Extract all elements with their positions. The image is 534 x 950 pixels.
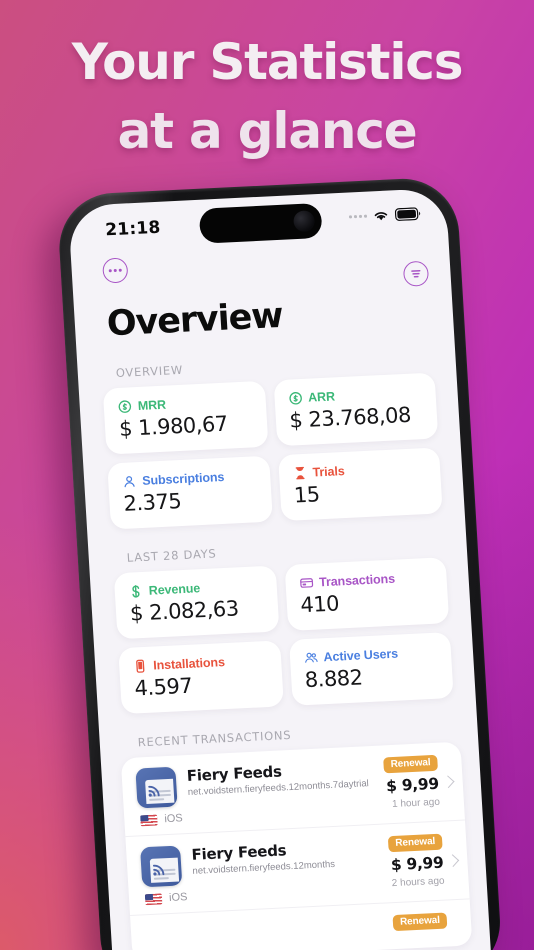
front-camera-icon: [293, 210, 316, 233]
more-options-button[interactable]: [102, 257, 129, 284]
dollar-sign-icon: [132, 585, 140, 598]
fiery-feeds-app-icon: [135, 766, 178, 809]
transaction-meta: Renewal $ 9,99 2 hours ago: [352, 830, 460, 891]
promo-headline-line2: at a glance: [117, 102, 418, 160]
stat-card-value: 2.375: [122, 489, 182, 516]
filter-button[interactable]: [402, 260, 430, 287]
stat-card-grid-last-28-days: Revenue $ 2.082,63 Transactions 410 Inst…: [113, 557, 454, 715]
transaction-platform: iOS: [168, 891, 188, 905]
status-time: 21:18: [104, 217, 162, 241]
status-badge: Renewal: [387, 833, 443, 853]
wifi-icon: [374, 211, 388, 220]
transaction-amount: $ 9,99: [390, 853, 444, 875]
chevron-right-icon[interactable]: [446, 854, 460, 868]
chevron-right-icon[interactable]: [441, 775, 455, 789]
signal-dots-icon: [349, 214, 368, 219]
stat-card-label: Revenue: [148, 581, 201, 598]
stat-card-label: Active Users: [323, 646, 399, 665]
stat-card-arr[interactable]: ARR $ 23.768,08: [273, 372, 439, 447]
promo-headline-line1: Your Statistics: [71, 33, 464, 91]
users-icon: [304, 652, 318, 663]
stat-card-value: $ 2.082,63: [129, 596, 240, 626]
us-flag-icon: [140, 814, 158, 826]
rss-icon: [148, 785, 160, 797]
dynamic-island: [198, 202, 323, 244]
stat-card-active-users[interactable]: Active Users 8.882: [288, 632, 454, 706]
filter-list-icon: [411, 269, 421, 278]
phone-icon: [136, 659, 145, 673]
battery-icon: [394, 207, 421, 221]
stat-card-trials[interactable]: Trials 15: [277, 447, 443, 522]
stat-card-transactions[interactable]: Transactions 410: [284, 557, 450, 631]
transaction-platform: iOS: [164, 812, 184, 826]
stat-card-revenue[interactable]: Revenue $ 2.082,63: [113, 565, 279, 640]
dollar-refresh-icon: [288, 392, 302, 405]
phone-frame: 21:18 Overview OVERVIEW MRR $ 1.980,67 A…: [56, 176, 504, 950]
stat-card-label: ARR: [307, 389, 336, 405]
page-title: Overview: [105, 295, 284, 345]
stat-card-value: 8.882: [304, 665, 364, 693]
stat-card-value: $ 1.980,67: [118, 411, 229, 441]
credit-card-icon: [299, 578, 313, 588]
stat-card-label: MRR: [137, 397, 167, 414]
transaction-amount: $ 9,99: [385, 774, 440, 796]
stat-card-label: Installations: [152, 655, 226, 673]
stat-card-value: $ 23.768,08: [288, 402, 412, 433]
transaction-list: Fiery Feeds net.voidstern.fieryfeeds.12m…: [120, 741, 473, 950]
promo-screenshot: Your Statistics at a glance 21:18 Overvi…: [0, 0, 534, 950]
status-indicators: [349, 207, 422, 223]
stat-card-subscriptions[interactable]: Subscriptions 2.375: [107, 455, 273, 530]
status-badge: Renewal: [392, 912, 448, 932]
stat-card-grid-overview: MRR $ 1.980,67 ARR $ 23.768,08 Subscript…: [102, 372, 443, 530]
us-flag-icon: [144, 892, 163, 905]
dollar-refresh-icon: [118, 400, 132, 413]
stat-card-label: Subscriptions: [141, 469, 225, 488]
rss-icon: [152, 864, 165, 876]
transaction-meta: Renewal: [356, 909, 461, 933]
stat-card-installations[interactable]: Installations 4.597: [118, 640, 284, 715]
ellipsis-icon: [108, 268, 123, 273]
stat-card-label: Transactions: [318, 571, 396, 590]
stat-card-value: 410: [299, 591, 340, 618]
stat-card-value: 4.597: [133, 673, 193, 701]
promo-headline: Your Statistics at a glance: [0, 28, 534, 166]
fiery-feeds-app-icon: [140, 845, 183, 888]
stat-card-label: Trials: [312, 464, 346, 480]
transaction-meta: Renewal $ 9,99 1 hour ago: [347, 751, 455, 812]
hourglass-icon: [295, 466, 305, 480]
stat-card-mrr[interactable]: MRR $ 1.980,67: [102, 380, 268, 455]
person-icon: [124, 476, 135, 488]
status-badge: Renewal: [383, 754, 439, 774]
stat-card-value: 15: [293, 482, 321, 508]
phone-screen: 21:18 Overview OVERVIEW MRR $ 1.980,67 A…: [67, 187, 493, 950]
phone-mockup: 21:18 Overview OVERVIEW MRR $ 1.980,67 A…: [56, 176, 504, 950]
